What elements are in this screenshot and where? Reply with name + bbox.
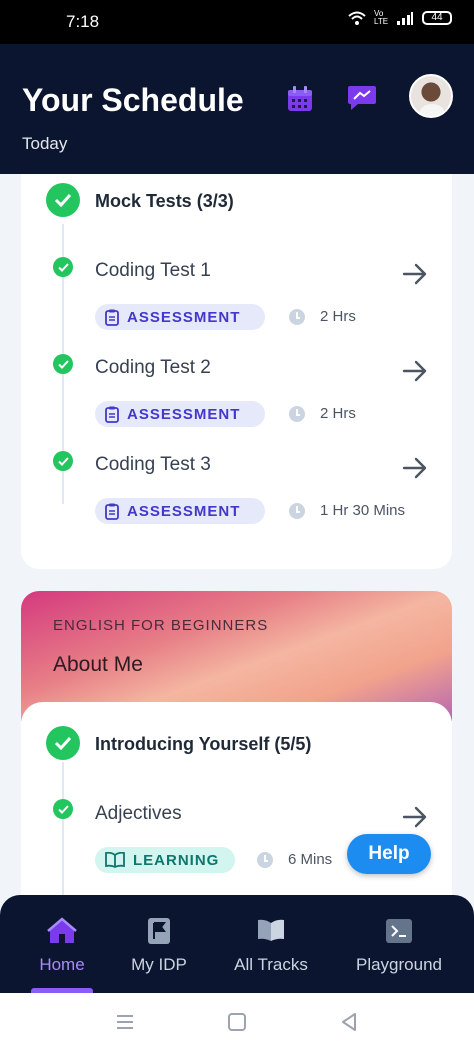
wifi-icon bbox=[348, 11, 366, 25]
flag-icon bbox=[148, 918, 170, 944]
menu-icon[interactable] bbox=[114, 1011, 136, 1033]
bottom-nav: Home My IDP All Tracks Playground bbox=[0, 895, 474, 993]
chat-icon[interactable] bbox=[346, 82, 378, 112]
status-icons: Vo LTE 44 bbox=[348, 10, 452, 26]
item-complete-icon bbox=[53, 799, 73, 819]
course-name: About Me bbox=[53, 653, 143, 676]
badge-label: LEARNING bbox=[133, 851, 220, 869]
tab-label: Home bbox=[39, 955, 85, 974]
tab-my-idp[interactable]: My IDP bbox=[118, 895, 200, 993]
learning-badge: LEARNING bbox=[95, 847, 235, 873]
item-complete-icon bbox=[53, 451, 73, 471]
item-duration: 2 Hrs bbox=[320, 405, 356, 422]
status-time: 7:18 bbox=[66, 12, 100, 31]
tab-playground[interactable]: Playground bbox=[344, 895, 454, 993]
badge-label: ASSESSMENT bbox=[127, 405, 241, 423]
clipboard-icon bbox=[105, 406, 119, 423]
status-bar: 7:18 Vo LTE 44 bbox=[0, 0, 474, 44]
home-icon bbox=[47, 917, 77, 943]
badge-label: ASSESSMENT bbox=[127, 308, 241, 326]
section-title: Mock Tests (3/3) bbox=[95, 191, 234, 211]
calendar-icon[interactable] bbox=[285, 84, 315, 114]
item-title: Coding Test 2 bbox=[95, 357, 211, 378]
assessment-badge: ASSESSMENT bbox=[95, 304, 265, 330]
section-complete-icon bbox=[46, 183, 80, 217]
item-title: Coding Test 1 bbox=[95, 260, 211, 281]
system-nav-bar bbox=[0, 993, 474, 1052]
clock-icon bbox=[257, 852, 273, 868]
course-track: ENGLISH FOR BEGINNERS bbox=[53, 617, 269, 634]
arrow-right-icon[interactable] bbox=[402, 263, 428, 285]
clipboard-icon bbox=[105, 503, 119, 520]
volte-indicator: Vo LTE bbox=[374, 9, 389, 26]
tab-all-tracks[interactable]: All Tracks bbox=[222, 895, 320, 993]
assessment-badge: ASSESSMENT bbox=[95, 401, 265, 427]
home-button-icon[interactable] bbox=[226, 1011, 248, 1033]
tab-label: My IDP bbox=[131, 955, 187, 974]
tab-home[interactable]: Home bbox=[22, 895, 102, 993]
battery-icon: 44 bbox=[422, 11, 452, 25]
clock-icon bbox=[289, 406, 305, 422]
terminal-icon bbox=[386, 919, 412, 943]
app-header: Your Schedule Today bbox=[0, 44, 474, 174]
arrow-right-icon[interactable] bbox=[402, 806, 428, 828]
item-duration: 2 Hrs bbox=[320, 308, 356, 325]
assessment-badge: ASSESSMENT bbox=[95, 498, 265, 524]
item-duration: 1 Hr 30 Mins bbox=[320, 502, 406, 519]
page-subtitle: Today bbox=[22, 134, 68, 153]
mock-tests-card: Mock Tests (3/3) Coding Test 1 ASSESSMEN… bbox=[21, 174, 452, 569]
clipboard-icon bbox=[105, 309, 119, 326]
tab-label: All Tracks bbox=[234, 955, 308, 974]
battery-level: 44 bbox=[431, 12, 443, 23]
section-complete-icon bbox=[46, 726, 80, 760]
back-icon[interactable] bbox=[338, 1011, 360, 1033]
help-button[interactable]: Help bbox=[347, 834, 431, 874]
book-open-icon bbox=[258, 919, 284, 941]
signal-icon bbox=[397, 12, 413, 25]
book-icon bbox=[105, 852, 125, 868]
timeline-line bbox=[62, 762, 64, 896]
arrow-right-icon[interactable] bbox=[402, 360, 428, 382]
item-complete-icon bbox=[53, 257, 73, 277]
avatar[interactable] bbox=[409, 74, 453, 118]
schedule-content[interactable]: Mock Tests (3/3) Coding Test 1 ASSESSMEN… bbox=[0, 174, 474, 896]
clock-icon bbox=[289, 503, 305, 519]
section-title: Introducing Yourself (5/5) bbox=[95, 734, 312, 754]
page-title: Your Schedule bbox=[22, 82, 244, 118]
item-title: Adjectives bbox=[95, 803, 182, 824]
badge-label: ASSESSMENT bbox=[127, 502, 241, 520]
item-duration: 6 Mins bbox=[288, 851, 333, 868]
item-complete-icon bbox=[53, 354, 73, 374]
item-title: Coding Test 3 bbox=[95, 454, 211, 475]
arrow-right-icon[interactable] bbox=[402, 457, 428, 479]
clock-icon bbox=[289, 309, 305, 325]
tab-label: Playground bbox=[355, 955, 442, 974]
